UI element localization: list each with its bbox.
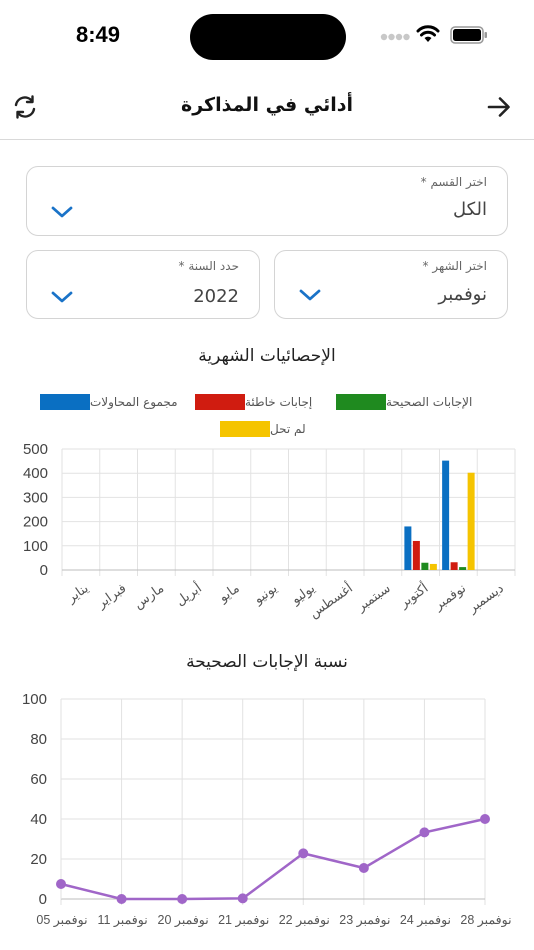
x-tick-label: نوفمبر 20 <box>158 913 209 928</box>
data-point <box>298 848 309 859</box>
x-tick-label: نوفمبر 11 <box>97 913 147 928</box>
y-tick-label: 100 <box>23 538 48 555</box>
x-tick-label: نوفمبر 21 <box>218 913 269 928</box>
x-tick-label: أبريل <box>172 579 205 609</box>
legend-total-swatch <box>40 394 90 410</box>
year-dropdown[interactable]: حدد السنة * 2022 <box>26 250 260 319</box>
legend-wrong-label: إجابات خاطئة <box>245 395 313 409</box>
navigation-bar: أدائي في المذاكرة <box>0 72 534 140</box>
y-tick-label: 400 <box>23 465 48 482</box>
legend-correct: الإجابات الصحيحة <box>336 393 478 411</box>
data-point <box>116 894 127 904</box>
month-dropdown[interactable]: اختر الشهر * نوفمبر <box>274 250 508 319</box>
legend-unsolved-label: لم تحل <box>270 422 306 436</box>
chevron-down-icon <box>51 291 73 303</box>
x-tick-label: مارس <box>131 580 167 612</box>
legend-wrong: إجابات خاطئة <box>195 393 318 411</box>
year-label: حدد السنة * <box>178 259 239 273</box>
y-tick-label: 0 <box>39 891 47 908</box>
signal-icon <box>380 33 410 41</box>
x-tick-label: نوفمبر 05 <box>36 913 87 928</box>
bar <box>412 540 420 570</box>
y-tick-label: 200 <box>23 514 48 531</box>
y-tick-label: 40 <box>30 811 47 828</box>
legend-correct-label: الإجابات الصحيحة <box>386 395 473 409</box>
y-tick-label: 100 <box>22 691 47 708</box>
monthly-chart-title: الإحصائيات الشهرية <box>198 346 336 366</box>
y-tick-label: 300 <box>23 489 48 506</box>
x-tick-label: نوفمبر 24 <box>400 913 451 928</box>
section-dropdown[interactable]: اختر القسم * الكل <box>26 166 508 236</box>
section-value: الكل <box>452 199 487 220</box>
x-tick-label: أكتوبر <box>395 579 431 611</box>
x-tick-label: سبتمبر <box>353 580 394 615</box>
monthly-bar-chart: 0 100 200 300 400 500 يناير فبراير مارس أبريل مايو… <box>23 441 516 622</box>
data-point <box>177 894 188 904</box>
chevron-down-icon <box>299 289 321 301</box>
data-point <box>358 863 369 873</box>
legend-wrong-swatch <box>195 394 245 410</box>
x-tick-label: نوفمبر 28 <box>460 913 511 928</box>
ratio-line-chart: 0 20 40 60 80 100 نوفمبر 05 نوفمبر 11 نوفمبر 20 ن… <box>22 691 512 928</box>
x-tick-label: يونيو <box>250 580 280 608</box>
bar <box>450 562 458 570</box>
page-title: أدائي في المذاكرة <box>181 94 353 116</box>
data-point <box>419 827 430 838</box>
x-tick-label: نوفمبر <box>430 580 469 614</box>
y-tick-label: 0 <box>40 562 48 579</box>
bar <box>429 563 437 570</box>
dynamic-island <box>190 14 346 60</box>
legend-unsolved-swatch <box>220 421 270 437</box>
ratio-chart-title: نسبة الإجابات الصحيحة <box>186 652 348 672</box>
month-label: اختر الشهر * <box>422 259 487 273</box>
bar <box>467 472 475 570</box>
bar <box>442 460 450 570</box>
year-value: 2022 <box>193 286 239 307</box>
section-label: اختر القسم * <box>420 175 487 189</box>
legend-unsolved: لم تحل <box>220 420 312 438</box>
x-tick-label: مايو <box>215 580 242 606</box>
y-tick-label: 20 <box>30 851 47 868</box>
arrow-right-icon[interactable] <box>486 94 512 120</box>
chevron-down-icon <box>51 206 73 218</box>
bar <box>421 562 429 570</box>
data-point <box>237 893 248 904</box>
legend-total: مجموع المحاولات <box>40 393 184 411</box>
status-bar: 8:49 <box>0 0 534 72</box>
wifi-icon <box>416 25 440 42</box>
y-tick-label: 60 <box>30 771 47 788</box>
month-value: نوفمبر <box>438 284 487 305</box>
legend-correct-swatch <box>336 394 386 410</box>
x-tick-label: نوفمبر 22 <box>279 913 330 928</box>
x-tick-label: يناير <box>63 580 92 607</box>
x-tick-label: فبراير <box>93 580 129 612</box>
bar <box>404 526 412 570</box>
data-point <box>480 814 490 824</box>
legend-total-label: مجموع المحاولات <box>90 395 178 409</box>
x-tick-label: أغسطس <box>306 579 356 621</box>
status-time: 8:49 <box>76 22 121 47</box>
y-tick-label: 80 <box>30 731 47 748</box>
battery-icon <box>450 26 487 44</box>
y-tick-label: 500 <box>23 441 48 458</box>
x-tick-label: ديسمبر <box>464 580 507 617</box>
bar <box>459 567 467 570</box>
x-tick-label: نوفمبر 23 <box>339 913 390 928</box>
data-point <box>56 879 66 889</box>
